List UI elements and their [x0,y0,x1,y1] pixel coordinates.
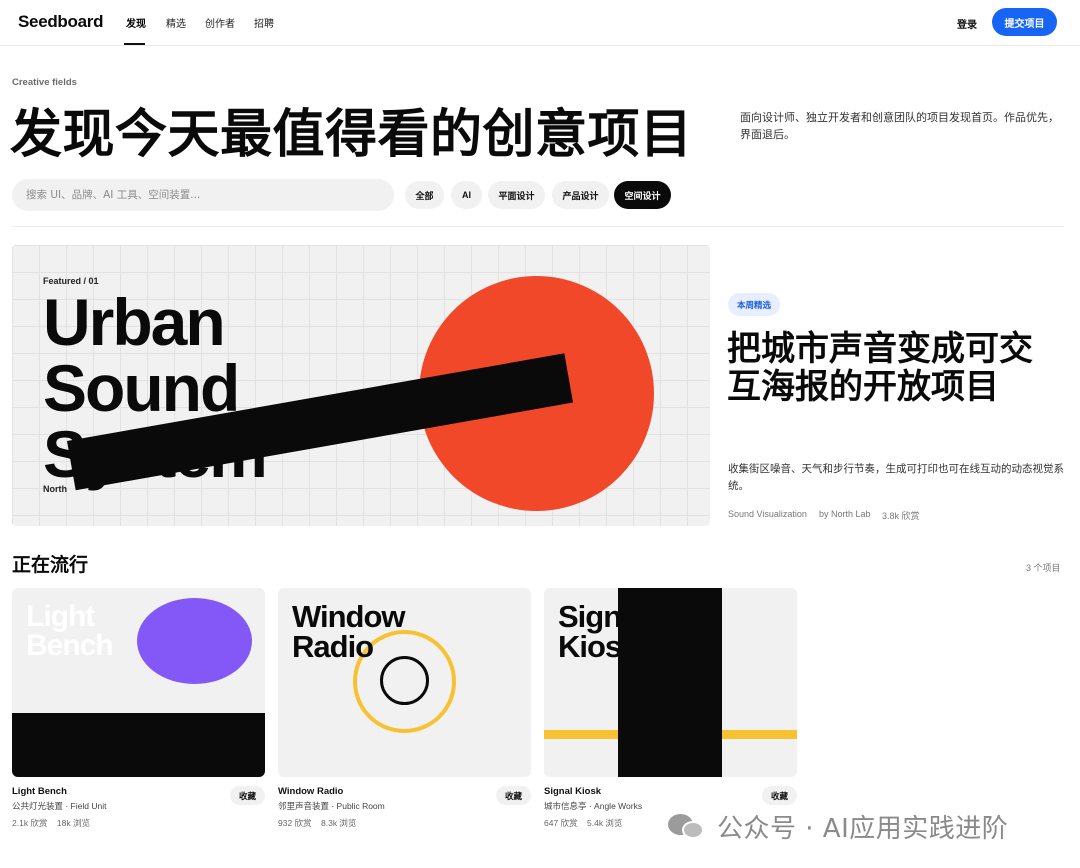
featured-author[interactable]: by North Lab [819,509,871,519]
featured-artwork-caption: North [43,484,67,494]
trending-count: 3 个项目 [1026,563,1061,573]
project-title[interactable]: Window Radio [278,786,343,797]
project-subtitle: 邻里声音装置 · Public Room [278,801,385,811]
favorite-button[interactable]: 收藏 [230,786,265,805]
active-tab-indicator [124,43,145,45]
favorite-button[interactable]: 收藏 [762,786,797,805]
login-link[interactable]: 登录 [957,16,977,31]
project-card: Light Bench Light Bench 公共灯光装置 · Field U… [12,588,265,830]
search-input[interactable] [12,179,394,211]
project-subtitle: 公共灯光装置 · Field Unit [12,801,107,811]
filter-chip-all[interactable]: 全部 [405,181,444,209]
thumbnail-block [618,588,722,777]
weekly-pick-badge: 本周精选 [728,293,780,316]
project-views: 18k 浏览 [56,818,90,828]
featured-category[interactable]: Sound Visualization [728,509,807,519]
logo[interactable]: Seedboard [18,12,103,32]
tab-creators[interactable]: 创作者 [205,15,235,30]
project-views: 5.4k 浏览 [587,818,623,828]
project-stats: 2.1k 欣赏 18k 浏览 [12,817,90,829]
tab-jobs[interactable]: 招聘 [254,15,274,30]
project-card: Window Radio Window Radio 邻里声音装置 · Publi… [278,588,531,830]
hero-eyebrow: Creative fields [12,77,77,88]
project-likes: 2.1k 欣赏 [12,818,48,828]
submit-project-button[interactable]: 提交项目 [992,8,1057,36]
featured-title[interactable]: 把城市声音变成可交互海报的开放项目 [727,330,1047,406]
project-views: 8.3k 浏览 [321,818,357,828]
thumbnail-word: Bench [26,629,114,662]
featured-description: 收集街区噪音、天气和步行节奏，生成可打印也可在线互动的动态视觉系统。 [728,463,1064,492]
project-thumbnail[interactable]: Signal Kiosk [544,588,797,777]
thumbnail-word: Window [292,599,406,634]
featured-artwork-word: Sound [43,351,240,425]
thumbnail-word: Radio [292,629,374,664]
filter-chip-ai[interactable]: AI [451,181,482,209]
top-nav: Seedboard 发现 精选 创作者 招聘 登录 提交项目 [0,0,1080,46]
hero-description: 面向设计师、独立开发者和创意团队的项目发现首页。作品优先，界面退后。 [740,112,1059,141]
featured-artwork-word: Urban [43,285,226,359]
tab-featured[interactable]: 精选 [166,15,186,30]
wechat-icon [668,811,708,841]
thumbnail-oval [137,598,252,684]
favorite-button[interactable]: 收藏 [496,786,531,805]
divider [12,226,1064,227]
project-card: Signal Kiosk Signal Kiosk 城市信息亭 · Angle … [544,588,797,830]
featured-views: 3.8k 欣赏 [882,511,920,521]
project-likes: 932 欣赏 [278,818,312,828]
filter-chip-product-design[interactable]: 产品设计 [552,181,609,209]
thumbnail-inner-circle [380,656,429,705]
project-title[interactable]: Signal Kiosk [544,786,601,797]
trending-section-title: 正在流行 [12,554,89,576]
filter-chip-space-design[interactable]: 空间设计 [614,181,671,209]
watermark-text: 公众号 · AI应用实践进阶 [717,813,1009,844]
watermark: 公众号 · AI应用实践进阶 [668,808,1008,844]
project-title[interactable]: Light Bench [12,786,67,797]
page-title: 发现今天最值得看的创意项目 [10,105,693,165]
tab-discover[interactable]: 发现 [126,15,146,30]
project-subtitle: 城市信息亭 · Angle Works [544,801,643,811]
featured-artwork[interactable]: Featured / 01 Urban Sound System North [12,245,710,526]
filter-chip-graphic-design[interactable]: 平面设计 [488,181,545,209]
project-likes: 647 欣赏 [544,818,578,828]
thumbnail-word: Light [26,600,95,633]
project-thumbnail[interactable]: Window Radio [278,588,531,777]
thumbnail-block [12,713,265,777]
wechat-bubble-small [682,821,704,839]
project-stats: 647 欣赏 5.4k 浏览 [544,817,622,829]
project-stats: 932 欣赏 8.3k 浏览 [278,817,356,829]
project-thumbnail[interactable]: Light Bench [12,588,265,777]
